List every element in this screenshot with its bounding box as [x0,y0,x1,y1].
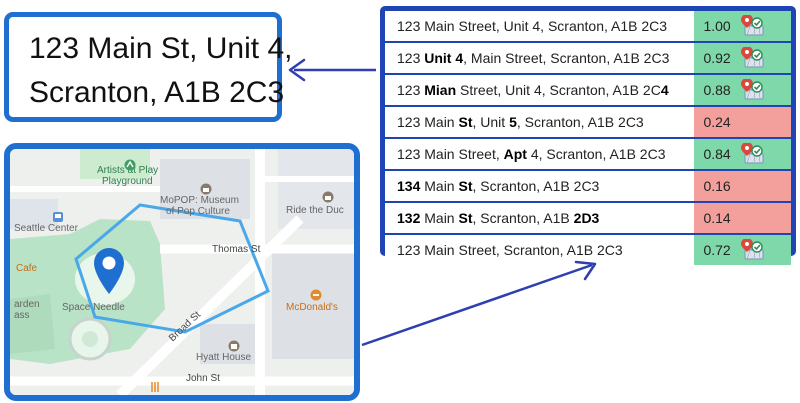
address-diff-text: 2D3 [573,210,600,226]
restaurant-icon [310,289,322,301]
match-score: 1.00 [703,18,731,34]
address-text: 123 Main Street, Unit 4, Scranton, A1B 2… [397,18,668,34]
address-text: Main [420,210,459,226]
map-label-mopop-2: of Pop Culture [166,206,230,217]
address-diff-text: 5 [509,114,517,130]
map-pin-check-icon [740,79,764,100]
candidate-address: 123 Main Street, Apt 4, Scranton, A1B 2C… [385,139,692,169]
match-score: 0.24 [703,114,731,130]
address-text: , Scranton, A1B 2C3 [472,178,600,194]
address-diff-text: Apt [503,146,527,162]
map-label-seattle-center: Seattle Center [14,223,78,234]
map-pin-check-icon [740,15,764,36]
playground-icon [124,159,136,171]
address-diff-text: Unit 4 [424,50,464,66]
map-label-playground: Playground [102,176,153,187]
match-score: 0.92 [703,50,731,66]
table-row: 123 Main Street, Unit 4, Scranton, A1B 2… [385,11,791,41]
address-text: 123 [397,82,425,98]
map-panel[interactable]: Artists at Play Playground MoPOP: Museum… [4,143,360,401]
address-diff-text: St [458,114,473,130]
map-pin-icon[interactable] [92,247,126,295]
map-label-glass: ass [14,310,30,321]
candidate-address: 123 Mian Street, Unit 4, Scranton, A1B 2… [385,75,692,105]
map-pin-check-icon [740,239,764,260]
address-diff-text: St [458,210,473,226]
match-score-cell: 0.14 [694,203,791,233]
match-score-cell: 0.88 [694,75,791,105]
address-line-1: 123 Main St, Unit 4, [29,32,293,65]
museum-icon [322,191,334,203]
train-icon [53,212,63,222]
match-score: 0.72 [703,242,731,258]
address-line-2: Scranton, A1B 2C3 [29,76,285,109]
map-label-mopop-1: MoPOP: Museum [160,195,239,206]
address-text: , Scranton, A1B 2C3 [516,114,644,130]
map-label-garden: arden [14,299,40,310]
match-score-cell: 0.24 [694,107,791,137]
street-label-thomas: Thomas St [212,244,261,255]
match-score-cell: 0.92 [694,43,791,73]
candidate-address: 132 Main St, Scranton, A1B 2D3 [385,203,692,233]
match-score-cell: 0.72 [694,235,791,265]
address-text: 123 [397,50,425,66]
candidate-address: 123 Main Street, Scranton, A1B 2C3 [385,235,692,265]
table-row: 132 Main St, Scranton, A1B 2D3 0.14 [385,203,791,233]
table-row: 123 Main Street, Scranton, A1B 2C3 0.72 [385,235,791,265]
museum-icon [200,183,212,195]
match-score: 0.84 [703,146,731,162]
candidate-address: 123 Unit 4, Main Street, Scranton, A1B 2… [385,43,692,73]
restaurant-icon [151,382,159,392]
address-text: 123 Main Street, Scranton, A1B 2C3 [397,242,623,258]
map-pin-check-icon [740,47,764,68]
candidate-address: 123 Main Street, Unit 4, Scranton, A1B 2… [385,11,692,41]
match-score: 0.88 [703,82,731,98]
address-text: , Main Street, Scranton, A1B 2C3 [463,50,670,66]
address-diff-text: 4 [660,82,669,98]
match-score: 0.14 [703,210,731,226]
address-text: Main [420,178,459,194]
street-label-john: John St [186,373,220,384]
address-diff-text: Mian [424,82,457,98]
map-label-hyatt: Hyatt House [196,352,252,363]
match-score: 0.16 [703,178,731,194]
table-row: 123 Mian Street, Unit 4, Scranton, A1B 2… [385,75,791,105]
address-diff-text: 132 [397,210,421,226]
address-diff-text: St [458,178,473,194]
address-text: 4, Scranton, A1B 2C3 [526,146,666,162]
address-text: , Scranton, A1B [472,210,574,226]
table-row: 123 Main St, Unit 5, Scranton, A1B 2C3 0.… [385,107,791,137]
table-row: 123 Unit 4, Main Street, Scranton, A1B 2… [385,43,791,73]
table-row: 134 Main St, Scranton, A1B 2C3 0.16 [385,171,791,201]
match-score-cell: 0.84 [694,139,791,169]
match-score-cell: 1.00 [694,11,791,41]
table-row: 123 Main Street, Apt 4, Scranton, A1B 2C… [385,139,791,169]
address-text: , Unit [472,114,510,130]
address-text: 123 Main Street, [397,146,504,162]
address-text: 123 Main [397,114,459,130]
address-match-table: 123 Main Street, Unit 4, Scranton, A1B 2… [380,6,796,265]
match-score-cell: 0.16 [694,171,791,201]
map-canvas[interactable] [10,149,354,395]
address-box: 123 Main St, Unit 4, Scranton, A1B 2C3 [4,12,293,122]
candidate-address: 134 Main St, Scranton, A1B 2C3 [385,171,692,201]
map-label-ride: Ride the Duc [286,205,344,216]
address-diff-text: 134 [397,178,421,194]
map-pin-check-icon [740,143,764,164]
map-label-space-needle: Space Needle [62,302,125,313]
candidate-address: 123 Main St, Unit 5, Scranton, A1B 2C3 [385,107,692,137]
map-label-mcdonalds: McDonald's [286,302,338,313]
map-label-cafe: Cafe [16,263,38,274]
hotel-icon [228,340,240,352]
address-text: Street, Unit 4, Scranton, A1B 2C [456,82,661,98]
